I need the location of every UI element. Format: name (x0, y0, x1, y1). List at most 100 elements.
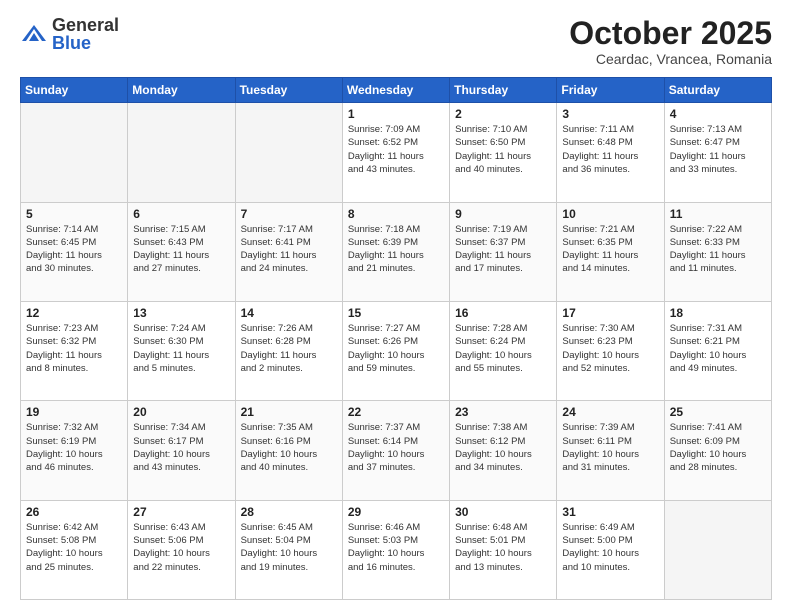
day-number: 10 (562, 207, 658, 221)
calendar-cell: 18 Sunrise: 7:31 AMSunset: 6:21 PMDayligh… (664, 301, 771, 400)
day-number: 5 (26, 207, 122, 221)
day-info: Sunrise: 7:32 AMSunset: 6:19 PMDaylight:… (26, 421, 122, 474)
logo-icon (20, 23, 48, 45)
day-info: Sunrise: 7:11 AMSunset: 6:48 PMDaylight:… (562, 123, 658, 176)
calendar-cell (664, 500, 771, 599)
logo: General Blue (20, 16, 119, 52)
day-info: Sunrise: 7:37 AMSunset: 6:14 PMDaylight:… (348, 421, 444, 474)
weekday-header-row: SundayMondayTuesdayWednesdayThursdayFrid… (21, 78, 772, 103)
day-number: 22 (348, 405, 444, 419)
calendar-cell: 7 Sunrise: 7:17 AMSunset: 6:41 PMDaylight… (235, 202, 342, 301)
calendar-row-2: 5 Sunrise: 7:14 AMSunset: 6:45 PMDaylight… (21, 202, 772, 301)
day-info: Sunrise: 7:41 AMSunset: 6:09 PMDaylight:… (670, 421, 766, 474)
calendar-cell: 28Sunrise: 6:45 AMSunset: 5:04 PMDayligh… (235, 500, 342, 599)
day-number: 9 (455, 207, 551, 221)
calendar-cell: 23 Sunrise: 7:38 AMSunset: 6:12 PMDayligh… (450, 401, 557, 500)
calendar-cell (21, 103, 128, 202)
day-number: 2 (455, 107, 551, 121)
day-number: 20 (133, 405, 229, 419)
day-number: 19 (26, 405, 122, 419)
day-number: 29 (348, 505, 444, 519)
day-info: Sunrise: 7:38 AMSunset: 6:12 PMDaylight:… (455, 421, 551, 474)
calendar-row-3: 12 Sunrise: 7:23 AMSunset: 6:32 PMDayligh… (21, 301, 772, 400)
weekday-header-tuesday: Tuesday (235, 78, 342, 103)
title-block: October 2025 Ceardac, Vrancea, Romania (569, 16, 772, 67)
day-info: Sunrise: 7:39 AMSunset: 6:11 PMDaylight:… (562, 421, 658, 474)
day-number: 18 (670, 306, 766, 320)
calendar: SundayMondayTuesdayWednesdayThursdayFrid… (20, 77, 772, 600)
calendar-cell: 9Sunrise: 7:19 AMSunset: 6:37 PMDaylight… (450, 202, 557, 301)
day-number: 1 (348, 107, 444, 121)
day-info: Sunrise: 7:35 AMSunset: 6:16 PMDaylight:… (241, 421, 337, 474)
calendar-cell: 12 Sunrise: 7:23 AMSunset: 6:32 PMDayligh… (21, 301, 128, 400)
day-number: 15 (348, 306, 444, 320)
day-info: Sunrise: 7:18 AMSunset: 6:39 PMDaylight:… (348, 223, 444, 276)
calendar-cell: 29 Sunrise: 6:46 AMSunset: 5:03 PMDayligh… (342, 500, 449, 599)
day-info: Sunrise: 7:13 AMSunset: 6:47 PMDaylight:… (670, 123, 766, 176)
calendar-row-5: 26 Sunrise: 6:42 AMSunset: 5:08 PMDayligh… (21, 500, 772, 599)
header: General Blue October 2025 Ceardac, Vranc… (20, 16, 772, 67)
day-info: Sunrise: 7:14 AMSunset: 6:45 PMDaylight:… (26, 223, 122, 276)
day-number: 27 (133, 505, 229, 519)
calendar-cell: 5 Sunrise: 7:14 AMSunset: 6:45 PMDaylight… (21, 202, 128, 301)
day-info: Sunrise: 7:21 AMSunset: 6:35 PMDaylight:… (562, 223, 658, 276)
day-info: Sunrise: 6:42 AMSunset: 5:08 PMDaylight:… (26, 521, 122, 574)
calendar-cell: 4 Sunrise: 7:13 AMSunset: 6:47 PMDaylight… (664, 103, 771, 202)
page: General Blue October 2025 Ceardac, Vranc… (0, 0, 792, 612)
day-number: 12 (26, 306, 122, 320)
day-number: 4 (670, 107, 766, 121)
weekday-header-monday: Monday (128, 78, 235, 103)
calendar-cell: 22 Sunrise: 7:37 AMSunset: 6:14 PMDayligh… (342, 401, 449, 500)
weekday-header-sunday: Sunday (21, 78, 128, 103)
day-number: 13 (133, 306, 229, 320)
day-number: 23 (455, 405, 551, 419)
day-number: 26 (26, 505, 122, 519)
calendar-row-4: 19 Sunrise: 7:32 AMSunset: 6:19 PMDayligh… (21, 401, 772, 500)
logo-blue-text: Blue (52, 33, 91, 53)
day-number: 24 (562, 405, 658, 419)
day-info: Sunrise: 7:28 AMSunset: 6:24 PMDaylight:… (455, 322, 551, 375)
day-info: Sunrise: 7:15 AMSunset: 6:43 PMDaylight:… (133, 223, 229, 276)
calendar-cell: 25Sunrise: 7:41 AMSunset: 6:09 PMDayligh… (664, 401, 771, 500)
calendar-cell: 19 Sunrise: 7:32 AMSunset: 6:19 PMDayligh… (21, 401, 128, 500)
day-number: 16 (455, 306, 551, 320)
calendar-cell: 6Sunrise: 7:15 AMSunset: 6:43 PMDaylight… (128, 202, 235, 301)
day-info: Sunrise: 7:34 AMSunset: 6:17 PMDaylight:… (133, 421, 229, 474)
day-number: 14 (241, 306, 337, 320)
calendar-cell: 11Sunrise: 7:22 AMSunset: 6:33 PMDayligh… (664, 202, 771, 301)
day-number: 17 (562, 306, 658, 320)
calendar-cell: 31Sunrise: 6:49 AMSunset: 5:00 PMDayligh… (557, 500, 664, 599)
day-number: 8 (348, 207, 444, 221)
calendar-cell: 1Sunrise: 7:09 AMSunset: 6:52 PMDaylight… (342, 103, 449, 202)
calendar-row-1: 1Sunrise: 7:09 AMSunset: 6:52 PMDaylight… (21, 103, 772, 202)
weekday-header-friday: Friday (557, 78, 664, 103)
calendar-cell: 24 Sunrise: 7:39 AMSunset: 6:11 PMDayligh… (557, 401, 664, 500)
calendar-cell: 2 Sunrise: 7:10 AMSunset: 6:50 PMDaylight… (450, 103, 557, 202)
month-title: October 2025 (569, 16, 772, 51)
day-info: Sunrise: 7:31 AMSunset: 6:21 PMDaylight:… (670, 322, 766, 375)
day-info: Sunrise: 6:43 AMSunset: 5:06 PMDaylight:… (133, 521, 229, 574)
calendar-cell: 26 Sunrise: 6:42 AMSunset: 5:08 PMDayligh… (21, 500, 128, 599)
location: Ceardac, Vrancea, Romania (569, 51, 772, 67)
day-info: Sunrise: 7:24 AMSunset: 6:30 PMDaylight:… (133, 322, 229, 375)
day-number: 30 (455, 505, 551, 519)
day-number: 7 (241, 207, 337, 221)
day-info: Sunrise: 7:23 AMSunset: 6:32 PMDaylight:… (26, 322, 122, 375)
day-info: Sunrise: 6:49 AMSunset: 5:00 PMDaylight:… (562, 521, 658, 574)
calendar-cell: 15Sunrise: 7:27 AMSunset: 6:26 PMDayligh… (342, 301, 449, 400)
calendar-cell: 27 Sunrise: 6:43 AMSunset: 5:06 PMDayligh… (128, 500, 235, 599)
calendar-cell: 20 Sunrise: 7:34 AMSunset: 6:17 PMDayligh… (128, 401, 235, 500)
day-info: Sunrise: 6:46 AMSunset: 5:03 PMDaylight:… (348, 521, 444, 574)
day-number: 21 (241, 405, 337, 419)
day-info: Sunrise: 7:10 AMSunset: 6:50 PMDaylight:… (455, 123, 551, 176)
calendar-cell: 17Sunrise: 7:30 AMSunset: 6:23 PMDayligh… (557, 301, 664, 400)
calendar-cell: 10 Sunrise: 7:21 AMSunset: 6:35 PMDayligh… (557, 202, 664, 301)
weekday-header-thursday: Thursday (450, 78, 557, 103)
calendar-cell (128, 103, 235, 202)
day-info: Sunrise: 7:17 AMSunset: 6:41 PMDaylight:… (241, 223, 337, 276)
weekday-header-wednesday: Wednesday (342, 78, 449, 103)
logo-general-text: General (52, 15, 119, 35)
day-info: Sunrise: 6:48 AMSunset: 5:01 PMDaylight:… (455, 521, 551, 574)
calendar-cell: 14Sunrise: 7:26 AMSunset: 6:28 PMDayligh… (235, 301, 342, 400)
weekday-header-saturday: Saturday (664, 78, 771, 103)
